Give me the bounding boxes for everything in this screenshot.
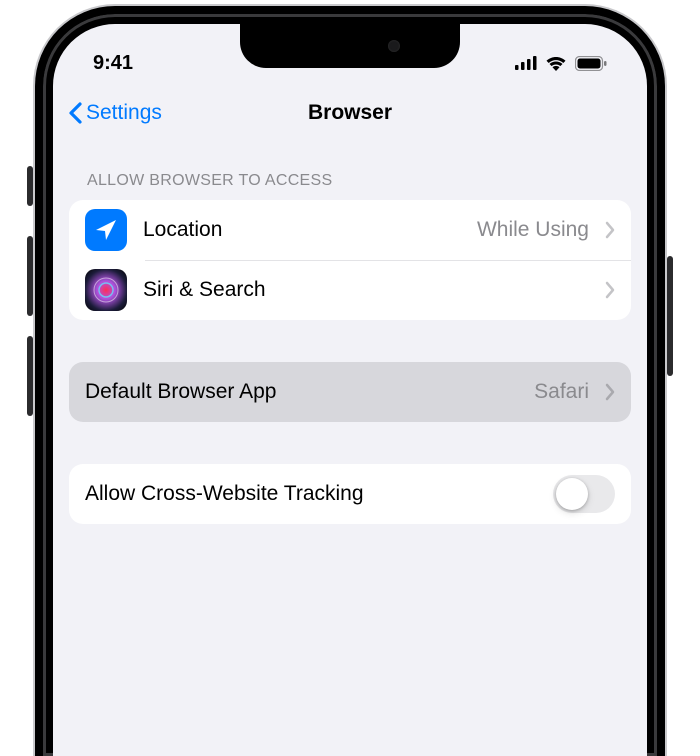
status-time: 9:41	[93, 52, 133, 75]
row-location[interactable]: Location While Using	[69, 200, 631, 260]
section-header-access: ALLOW BROWSER TO ACCESS	[69, 142, 631, 200]
row-label: Default Browser App	[85, 380, 518, 404]
cellular-icon	[515, 56, 537, 70]
row-label: Siri & Search	[143, 278, 589, 302]
row-cross-website-tracking: Allow Cross-Website Tracking	[69, 464, 631, 524]
tracking-toggle[interactable]	[553, 475, 615, 513]
chevron-right-icon	[605, 383, 615, 401]
nav-bar: Settings Browser	[53, 84, 647, 142]
chevron-right-icon	[605, 221, 615, 239]
back-label: Settings	[86, 101, 162, 125]
row-label: Location	[143, 218, 461, 242]
location-icon	[85, 209, 127, 251]
siri-icon	[85, 269, 127, 311]
group-access: Location While Using Siri & Search	[69, 200, 631, 320]
battery-icon	[575, 56, 607, 71]
chevron-right-icon	[605, 281, 615, 299]
row-value: Safari	[534, 380, 589, 404]
row-label: Allow Cross-Website Tracking	[85, 482, 537, 506]
back-button[interactable]: Settings	[67, 101, 162, 125]
row-default-browser[interactable]: Default Browser App Safari	[69, 362, 631, 422]
row-siri-search[interactable]: Siri & Search	[69, 260, 631, 320]
chevron-left-icon	[67, 101, 83, 125]
group-tracking: Allow Cross-Website Tracking	[69, 464, 631, 524]
group-default-browser: Default Browser App Safari	[69, 362, 631, 422]
row-value: While Using	[477, 218, 589, 242]
wifi-icon	[545, 55, 567, 71]
